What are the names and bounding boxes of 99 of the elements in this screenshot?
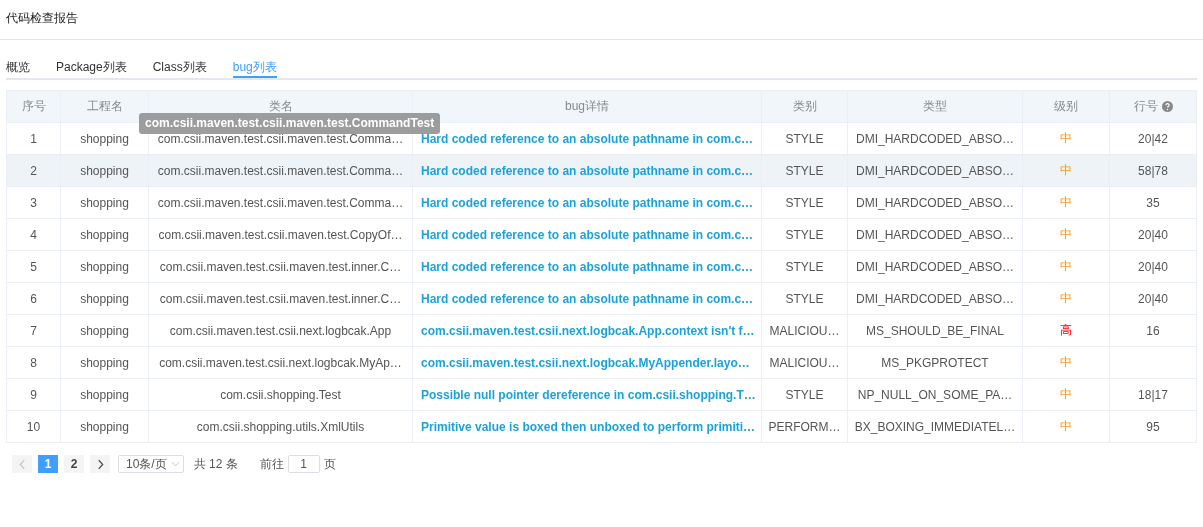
table-cell: 2 <box>6 154 61 187</box>
goto-label: 前往 <box>259 455 284 473</box>
table-cell: 20|40 <box>1109 282 1197 315</box>
table-cell: shopping <box>60 346 149 379</box>
table-cell: 中 <box>1022 250 1110 283</box>
table-cell: 中 <box>1022 410 1110 443</box>
table-cell: 5 <box>6 250 61 283</box>
table-cell: MALICIOU… <box>761 346 848 379</box>
table-cell: com.csii.maven.test.csii.next.logbcak.MyAp… <box>148 346 413 379</box>
table-cell: shopping <box>60 218 149 251</box>
bug-detail-link[interactable]: Hard coded reference to an absolute pathname in com.c… <box>412 154 762 187</box>
table-cell: STYLE <box>761 378 848 411</box>
bug-detail-link[interactable]: Primitive value is boxed then unboxed to perform primiti… <box>412 410 762 443</box>
table-cell: 10 <box>6 410 61 443</box>
page-button[interactable]: 2 <box>64 455 84 473</box>
table-cell: 95 <box>1109 410 1197 443</box>
table-cell: 高 <box>1022 314 1110 347</box>
table-cell: com.csii.maven.test.csii.maven.test.inner.C… <box>148 250 413 283</box>
bug-detail-link[interactable]: com.csii.maven.test.csii.next.logbcak.App.context isn't f… <box>412 314 762 347</box>
table-cell: NP_NULL_ON_SOME_PA… <box>847 378 1023 411</box>
table-cell: 中 <box>1022 122 1110 155</box>
table-cell: shopping <box>60 314 149 347</box>
table-cell: DMI_HARDCODED_ABSO… <box>847 154 1023 187</box>
table-cell: DMI_HARDCODED_ABSO… <box>847 122 1023 155</box>
table-cell: 中 <box>1022 346 1110 379</box>
tab[interactable]: Class列表 <box>152 54 207 78</box>
table-cell: shopping <box>60 186 149 219</box>
tab[interactable]: Package列表 <box>56 54 127 78</box>
table-cell: DMI_HARDCODED_ABSO… <box>847 282 1023 315</box>
table-cell: 58|78 <box>1109 154 1197 187</box>
column-header: 序号 <box>6 90 61 123</box>
table-cell: 20|40 <box>1109 218 1197 251</box>
table-cell: shopping <box>60 154 149 187</box>
table-cell: DMI_HARDCODED_ABSO… <box>847 218 1023 251</box>
table-cell: 8 <box>6 346 61 379</box>
table-cell: 中 <box>1022 186 1110 219</box>
table-cell: 20|40 <box>1109 250 1197 283</box>
table-cell: STYLE <box>761 186 848 219</box>
table-cell: 中 <box>1022 378 1110 411</box>
table-cell: shopping <box>60 250 149 283</box>
table-cell: 中 <box>1022 154 1110 187</box>
table-cell: 中 <box>1022 218 1110 251</box>
bug-detail-link[interactable]: Hard coded reference to an absolute pathname in com.c… <box>412 218 762 251</box>
table-cell: 16 <box>1109 314 1197 347</box>
page-suffix: 页 <box>323 455 336 473</box>
table-cell: com.csii.maven.test.csii.next.logbcak.App <box>148 314 413 347</box>
table-cell: DMI_HARDCODED_ABSO… <box>847 186 1023 219</box>
table-cell: 1 <box>6 122 61 155</box>
table-cell: BX_BOXING_IMMEDIATEL… <box>847 410 1023 443</box>
table-cell: com.csii.shopping.Test <box>148 378 413 411</box>
table-cell: shopping <box>60 282 149 315</box>
table-cell: MS_PKGPROTECT <box>847 346 1023 379</box>
table-cell: STYLE <box>761 282 848 315</box>
bug-detail-link[interactable]: Hard coded reference to an absolute pathname in com.c… <box>412 282 762 315</box>
column-header: 行号 <box>1109 90 1197 123</box>
table-cell: 20|42 <box>1109 122 1197 155</box>
table-cell: MS_SHOULD_BE_FINAL <box>847 314 1023 347</box>
table-cell: shopping <box>60 410 149 443</box>
bug-detail-link[interactable]: Hard coded reference to an absolute pathname in com.c… <box>412 250 762 283</box>
table-cell: STYLE <box>761 154 848 187</box>
table-cell: DMI_HARDCODED_ABSO… <box>847 250 1023 283</box>
tab[interactable]: 概览 <box>6 54 30 78</box>
page-input[interactable]: 1 <box>287 455 320 473</box>
table-cell: STYLE <box>761 250 848 283</box>
page-title: 代码检查报告 <box>0 0 1203 40</box>
table-cell: com.csii.maven.test.csii.maven.test.Comma… <box>148 186 413 219</box>
chevron-right-icon <box>96 458 104 470</box>
table-cell: 6 <box>6 282 61 315</box>
page-size-select[interactable]: 10条/页 <box>118 455 184 473</box>
next-page-button[interactable] <box>90 455 110 473</box>
table-cell: 18|17 <box>1109 378 1197 411</box>
caret-icon <box>170 461 180 467</box>
table-cell: 7 <box>6 314 61 347</box>
table-cell: com.csii.maven.test.csii.maven.test.Comma… <box>148 154 413 187</box>
chevron-left-icon <box>18 458 26 470</box>
bug-detail-link[interactable]: Hard coded reference to an absolute pathname in com.c… <box>412 186 762 219</box>
column-header: 级别 <box>1022 90 1110 123</box>
table-cell: com.csii.maven.test.csii.maven.test.inner.C… <box>148 282 413 315</box>
table-cell: STYLE <box>761 122 848 155</box>
table-cell: com.csii.maven.test.csii.maven.test.CopyOf… <box>148 218 413 251</box>
table-cell: 3 <box>6 186 61 219</box>
table-cell: 9 <box>6 378 61 411</box>
column-header: 类别 <box>761 90 848 123</box>
help-icon[interactable] <box>1161 101 1173 112</box>
page-button[interactable]: 1 <box>38 455 58 473</box>
bug-detail-link[interactable]: Possible null pointer dereference in com.csii.shopping.T… <box>412 378 762 411</box>
table-cell: MALICIOU… <box>761 314 848 347</box>
total-count: 共 12 条 <box>193 455 238 473</box>
table-cell: 中 <box>1022 282 1110 315</box>
table-cell: PERFORM… <box>761 410 848 443</box>
table-cell: STYLE <box>761 218 848 251</box>
column-header: 类型 <box>847 90 1023 123</box>
bug-detail-link[interactable]: com.csii.maven.test.csii.next.logbcak.MyAppender.layo… <box>412 346 762 379</box>
tab[interactable]: bug列表 <box>232 54 277 78</box>
table-cell: com.csii.shopping.utils.XmlUtils <box>148 410 413 443</box>
table-cell: 35 <box>1109 186 1197 219</box>
table-cell: shopping <box>60 378 149 411</box>
table-cell: 4 <box>6 218 61 251</box>
tooltip: com.csii.maven.test.csii.maven.test.CommandTest <box>139 113 441 134</box>
